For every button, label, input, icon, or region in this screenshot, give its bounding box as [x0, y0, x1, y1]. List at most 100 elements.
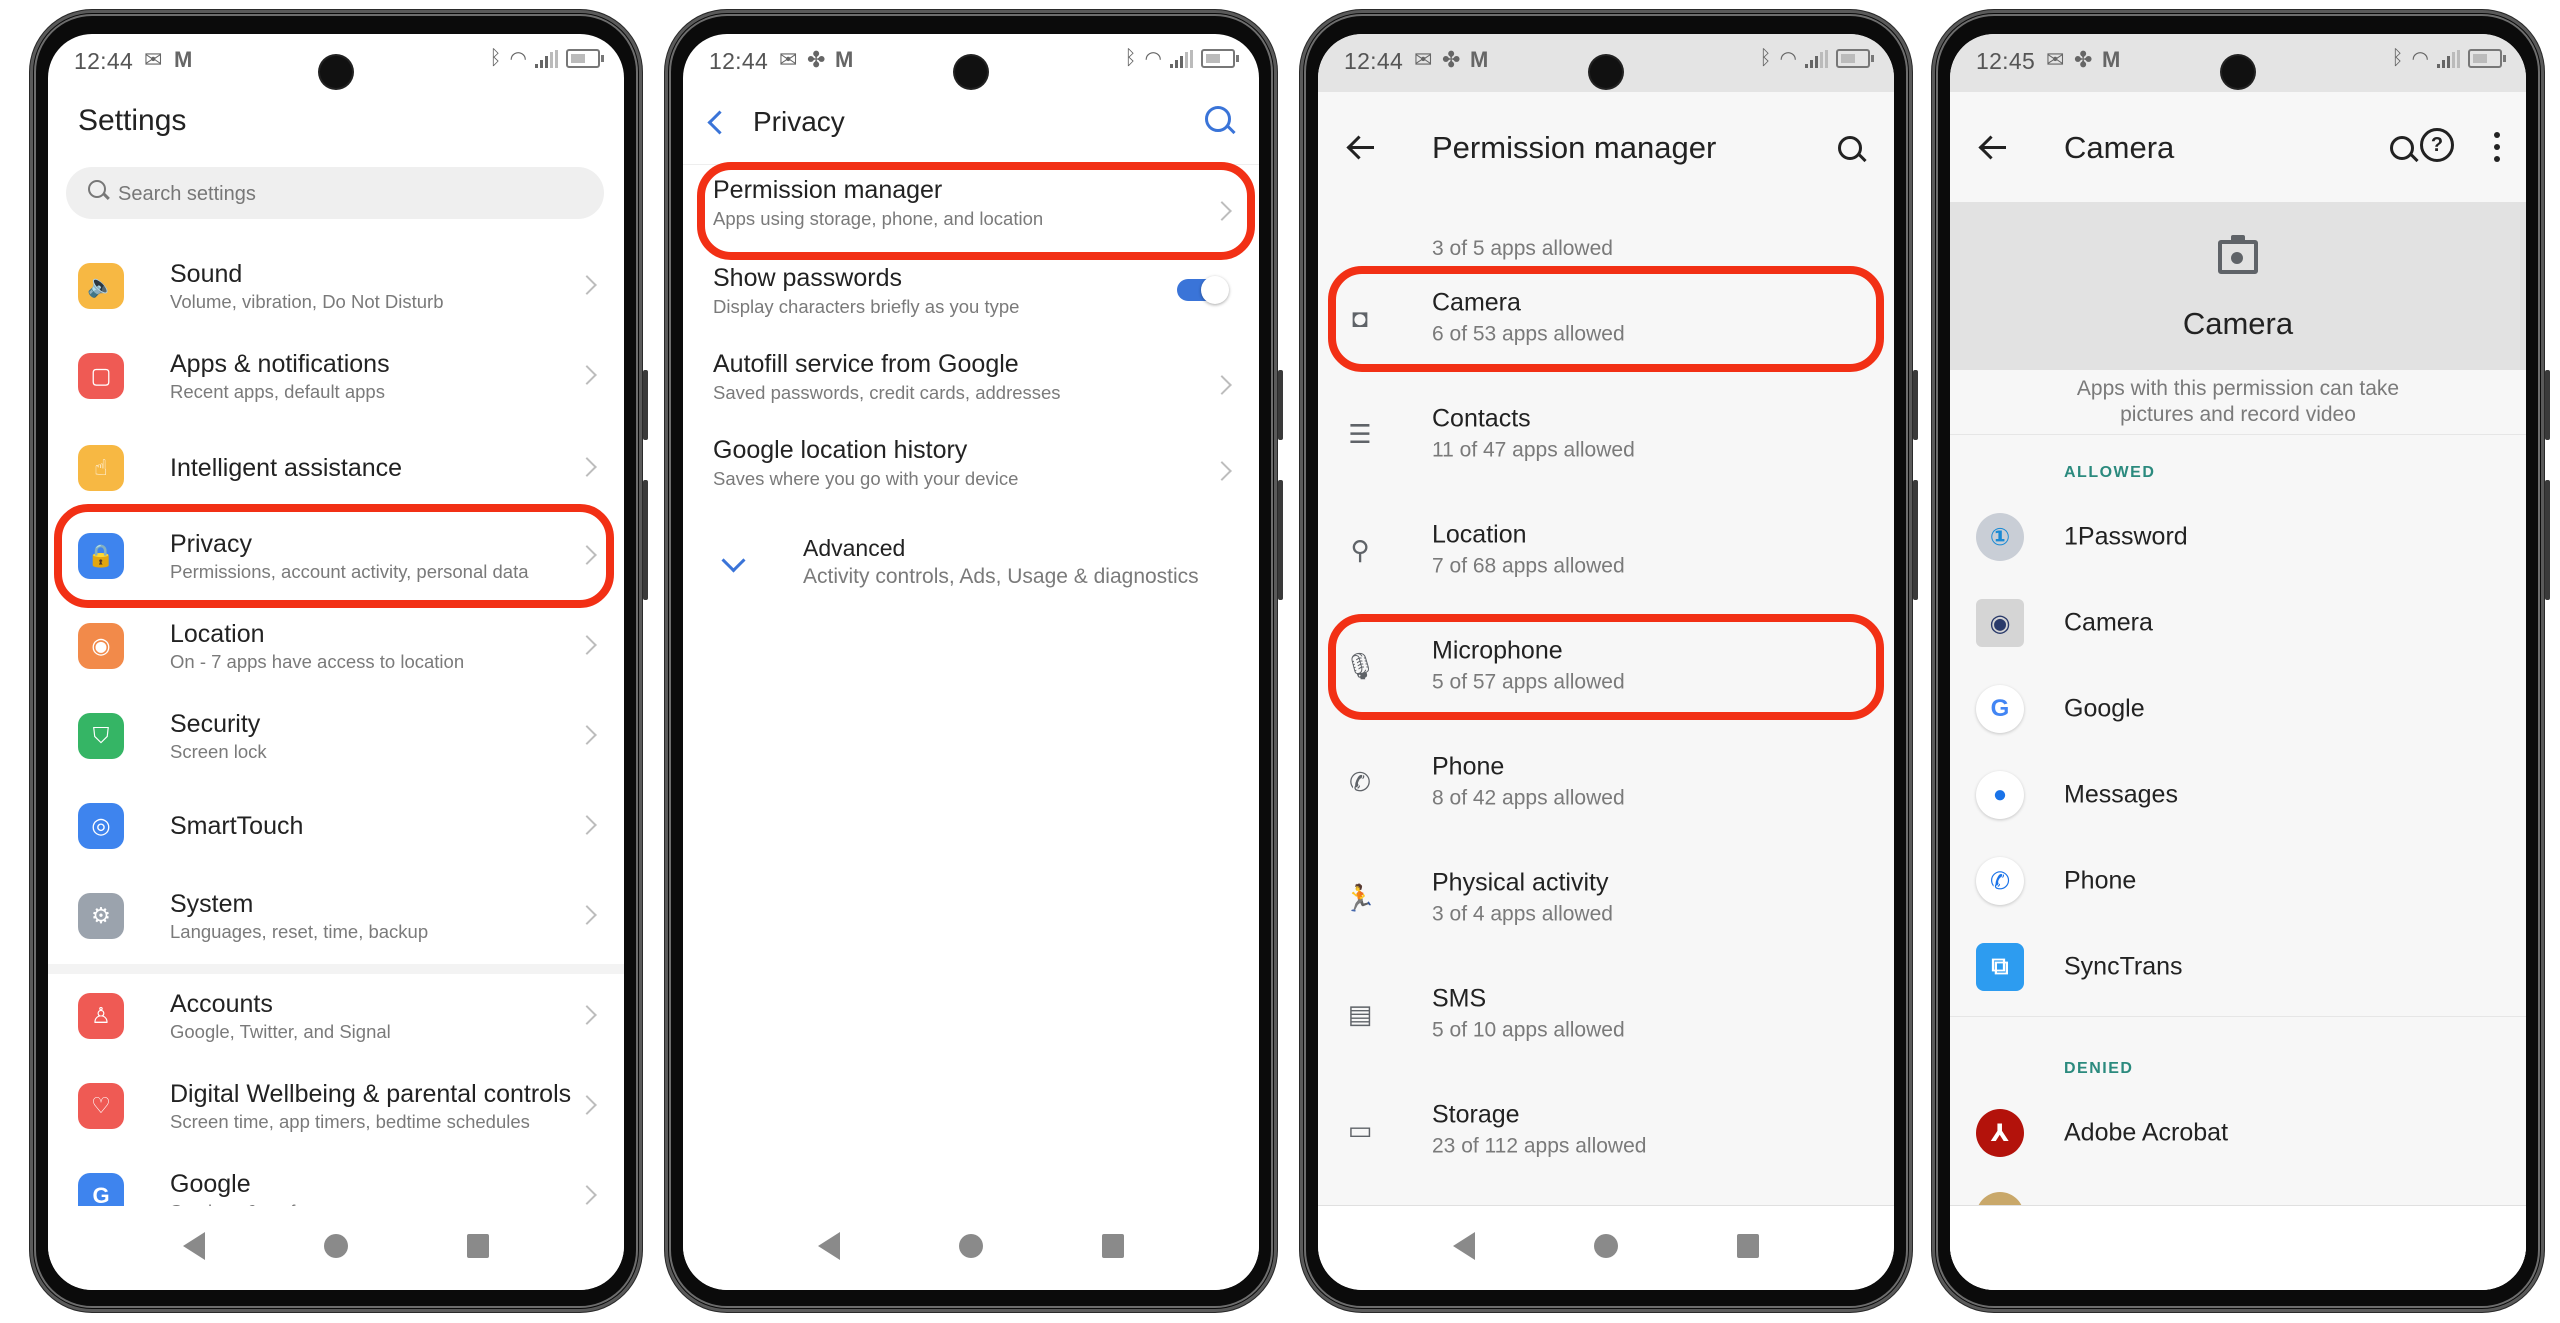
settings-item-security[interactable]: ⛉ Security Screen lock [48, 692, 624, 780]
settings-item-accounts[interactable]: ♙ Accounts Google, Twitter, and Signal [48, 972, 624, 1060]
settings-item-apps-notifications[interactable]: ▢ Apps & notifications Recent apps, defaul… [48, 332, 624, 420]
advanced-item[interactable]: Advanced Activity controls, Ads, Usage &… [803, 532, 1259, 590]
volume-button [643, 370, 648, 440]
nav-back-button[interactable] [183, 1232, 205, 1260]
privacy-item-google-location-history[interactable]: Google location history Saves where you g… [713, 434, 1233, 492]
permission-item-physical-activity[interactable]: 🏃 Physical activity 3 of 4 apps allowed [1318, 840, 1894, 956]
app-item-1password[interactable]: ① 1Password [1950, 494, 2526, 580]
search-icon[interactable] [1838, 136, 1862, 160]
signal-icon [2437, 49, 2460, 68]
settings-item-text: Digital Wellbeing & parental controls Scr… [170, 1078, 571, 1134]
privacy-item-title: Google location history [713, 436, 968, 464]
bottom-mask [1950, 1206, 2526, 1290]
app-name: SyncTrans [2064, 952, 2183, 981]
nav-home-button[interactable] [1594, 1234, 1618, 1258]
battery-icon [566, 49, 604, 68]
slack-icon: ✤ [1442, 47, 1461, 72]
advanced-title: Advanced [803, 535, 906, 561]
back-arrow-icon[interactable] [1980, 146, 2006, 149]
app-item-adobe-acrobat[interactable]: ⅄ Adobe Acrobat [1950, 1090, 2526, 1176]
search-icon [88, 180, 106, 198]
nav-recents-button[interactable] [1737, 1234, 1759, 1258]
phone-settings: 12:44 ✉ M ᛒ ◠ Settings 🔈 Sound Volume, vib… [30, 10, 648, 1312]
search-bar[interactable] [66, 167, 604, 221]
gmail-icon: ✉ [2046, 47, 2065, 72]
settings-item-sound[interactable]: 🔈 Sound Volume, vibration, Do Not Disturb [48, 242, 624, 330]
front-camera [955, 56, 987, 88]
app-item-synctrans[interactable]: ⧉ SyncTrans [1950, 924, 2526, 1010]
settings-item-text: Privacy Permissions, account activity, pe… [170, 528, 529, 584]
permission-item-contacts[interactable]: ☰ Contacts 11 of 47 apps allowed [1318, 376, 1894, 492]
phone-app-icon: ✆ [1976, 857, 2024, 905]
nav-home-button[interactable] [959, 1234, 983, 1258]
chevron-right-icon [577, 635, 597, 655]
power-button [1278, 480, 1283, 600]
privacy-item-subtitle: Saved passwords, credit cards, addresses [713, 382, 1061, 403]
permission-subtitle: 3 of 4 apps allowed [1432, 902, 1613, 926]
privacy-item-permission-manager[interactable]: Permission manager Apps using storage, ph… [713, 174, 1233, 232]
header-divider [683, 164, 1259, 165]
chevron-right-icon [577, 725, 597, 745]
settings-item-text: SmartTouch [170, 810, 303, 842]
nav-back-button[interactable] [1453, 1232, 1475, 1260]
gmail-icon: ✉ [144, 47, 163, 72]
search-icon[interactable] [1205, 106, 1231, 132]
search-input[interactable] [116, 167, 590, 221]
permission-item-storage[interactable]: ▭ Storage 23 of 112 apps allowed [1318, 1072, 1894, 1188]
nav-recents-button[interactable] [1102, 1234, 1124, 1258]
navigation-bar [48, 1206, 624, 1290]
account-icon: ♙ [78, 993, 124, 1039]
app-item-messages[interactable]: ● Messages [1950, 752, 2526, 838]
front-camera [2222, 56, 2254, 88]
show-passwords-toggle[interactable] [1177, 276, 1229, 304]
bluetooth-icon: ᛒ [1759, 47, 1772, 69]
permission-item-location[interactable]: ⚲ Location 7 of 68 apps allowed [1318, 492, 1894, 608]
navigation-bar [683, 1206, 1259, 1290]
microphone-icon: 🎙 [1343, 650, 1377, 681]
settings-item-privacy[interactable]: 🔒 Privacy Permissions, account activity, p… [48, 512, 624, 600]
permission-item-partial[interactable]: ▬ 3 of 5 apps allowed [1318, 202, 1894, 260]
app-item-phone[interactable]: ✆ Phone [1950, 838, 2526, 924]
permission-item-microphone[interactable]: 🎙 Microphone 5 of 57 apps allowed [1318, 608, 1894, 724]
more-options-icon[interactable] [2494, 132, 2500, 162]
nav-recents-button[interactable] [467, 1234, 489, 1258]
adobe-acrobat-icon: ⅄ [1976, 1109, 2024, 1157]
settings-item-title: Location [170, 620, 265, 648]
permission-item-text: SMS 5 of 10 apps allowed [1432, 983, 1625, 1046]
settings-screen: 12:44 ✉ M ᛒ ◠ Settings 🔈 Sound Volume, vib… [48, 34, 624, 1290]
section-divider [1950, 434, 2526, 435]
chevron-right-icon [577, 275, 597, 295]
sms-icon: ▤ [1347, 998, 1373, 1029]
page-title: Privacy [753, 106, 845, 137]
heart-icon: ♡ [78, 1083, 124, 1129]
back-arrow-icon[interactable] [1348, 146, 1374, 149]
permission-item-sms[interactable]: ▤ SMS 5 of 10 apps allowed [1318, 956, 1894, 1072]
settings-item-title: Google [170, 1170, 251, 1198]
app-name: Google [2064, 694, 2145, 723]
location-icon: ◉ [78, 623, 124, 669]
settings-item-digital-wellbeing-parental-controls[interactable]: ♡ Digital Wellbeing & parental controls Sc… [48, 1062, 624, 1150]
search-icon[interactable] [2390, 136, 2414, 160]
permission-title: Microphone [1432, 636, 1563, 665]
back-chevron-icon[interactable] [707, 110, 732, 135]
app-item-google[interactable]: G Google [1950, 666, 2526, 752]
app-item-camera[interactable]: ◉ Camera [1950, 580, 2526, 666]
privacy-item-autofill-service-from-google[interactable]: Autofill service from Google Saved passwo… [713, 348, 1233, 406]
privacy-item-show-passwords[interactable]: Show passwords Display characters briefly… [713, 262, 1233, 320]
help-icon[interactable]: ? [2420, 128, 2454, 162]
nav-home-button[interactable] [324, 1234, 348, 1258]
settings-item-subtitle: Volume, vibration, Do Not Disturb [170, 291, 444, 312]
permission-item-camera[interactable]: ◘ Camera 6 of 53 apps allowed [1318, 260, 1894, 376]
permission-list[interactable]: ▬ 3 of 5 apps allowed ◘ Camera 6 of 53 app… [1318, 202, 1894, 1206]
settings-item-smarttouch[interactable]: ◎ SmartTouch [48, 782, 624, 870]
permission-item-phone[interactable]: ✆ Phone 8 of 42 apps allowed [1318, 724, 1894, 840]
settings-item-system[interactable]: ⚙ System Languages, reset, time, backup [48, 872, 624, 960]
malwarebytes-icon: M [1470, 47, 1489, 72]
expand-chevron-icon[interactable] [721, 548, 746, 573]
settings-item-intelligent-assistance[interactable]: ☝ Intelligent assistance [48, 424, 624, 512]
permission-item-additional-permissions[interactable]: ≔Additional permissions [1318, 1188, 1894, 1206]
nav-back-button[interactable] [818, 1232, 840, 1260]
permission-header: Camera [1950, 202, 2526, 370]
settings-item-location[interactable]: ◉ Location On - 7 apps have access to loca… [48, 602, 624, 690]
signal-icon [1805, 49, 1828, 68]
